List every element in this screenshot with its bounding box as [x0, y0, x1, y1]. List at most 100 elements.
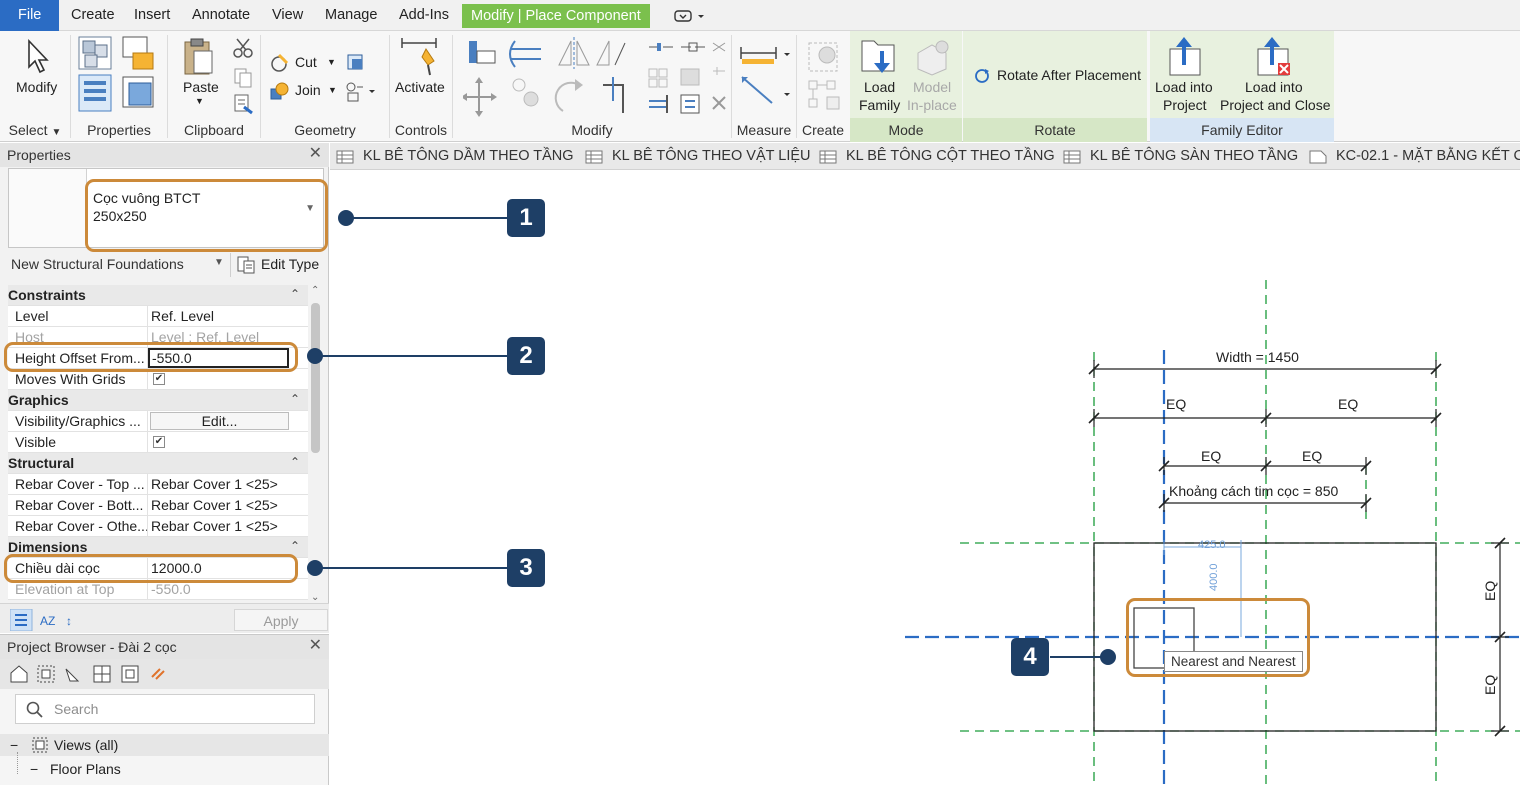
- prop-rebar-cover-bottom[interactable]: Rebar Cover - Bott... Rebar Cover 1 <25>: [8, 495, 308, 516]
- project-browser-close-icon[interactable]: ✕: [309, 635, 322, 655]
- menu-view[interactable]: View: [264, 0, 311, 31]
- activate-controls-icon[interactable]: [400, 35, 440, 77]
- tree-floor-plans[interactable]: − Floor Plans: [0, 752, 329, 780]
- browser-toolbar: [0, 659, 329, 689]
- sort-icons[interactable]: AZ ↕: [10, 609, 86, 631]
- select-dropdown[interactable]: Select ▼: [0, 118, 70, 142]
- modify-tools-icons[interactable]: [463, 37, 733, 117]
- properties-panel-label: Properties: [87, 122, 151, 138]
- prop-moves-with-grids[interactable]: Moves With Grids ✔: [8, 369, 308, 390]
- load-into-project-icon[interactable]: [1166, 35, 1206, 77]
- prop-elevation-top: Elevation at Top -550.0: [8, 579, 308, 600]
- visible-checkbox[interactable]: ✔: [153, 436, 165, 448]
- type-selector[interactable]: Cọc vuông BTCT 250x250 ▼: [8, 168, 324, 248]
- project-browser: Project Browser - Đài 2 cọc ✕ Search − V…: [0, 634, 329, 785]
- drawing-canvas[interactable]: Width = 1450 EQ EQ EQ EQ Khoảng cách tim…: [330, 171, 1520, 785]
- prop-rebar-cover-other[interactable]: Rebar Cover - Othe... Rebar Cover 1 <25>: [8, 516, 308, 537]
- dimension-lines: [1093, 360, 1509, 732]
- measure-panel-label: Measure: [736, 122, 792, 138]
- dim-eq-3: EQ: [1201, 448, 1222, 464]
- modify-button[interactable]: Modify: [16, 79, 57, 95]
- cursor-arrow-icon[interactable]: [26, 39, 52, 75]
- copy-icon[interactable]: [232, 67, 254, 89]
- create-panel-label: Create: [801, 122, 845, 138]
- load-family-label-2[interactable]: Family: [859, 97, 900, 113]
- rotate-after-placement-checkbox[interactable]: Rotate After Placement: [997, 67, 1141, 83]
- cut-geometry-icon[interactable]: [269, 53, 289, 73]
- load-close-label-1[interactable]: Load into: [1245, 79, 1303, 95]
- group-structural[interactable]: Structural ⌃: [8, 453, 308, 474]
- split-face-icon[interactable]: [345, 81, 377, 103]
- properties-scroll-thumb[interactable]: [311, 303, 320, 453]
- ribbon-toggle-icon[interactable]: [666, 0, 716, 31]
- prop-visibility-graphics[interactable]: Visibility/Graphics ... Edit...: [8, 411, 308, 432]
- callout-4: 4: [1011, 638, 1049, 676]
- load-close-label-2[interactable]: Project and Close: [1220, 97, 1331, 113]
- menu-annotate[interactable]: Annotate: [184, 0, 258, 31]
- edit-type-icon[interactable]: [236, 255, 256, 275]
- menu-addins[interactable]: Add-Ins: [391, 0, 457, 31]
- prop-rebar-cover-top[interactable]: Rebar Cover - Top ... Rebar Cover 1 <25>: [8, 474, 308, 495]
- schedule-icon: [336, 150, 354, 164]
- join-button[interactable]: Join: [295, 82, 321, 98]
- menu-insert[interactable]: Insert: [126, 0, 178, 31]
- rotate-after-placement-icon[interactable]: [973, 67, 991, 85]
- menu-modify-place-component[interactable]: Modify | Place Component: [462, 4, 650, 28]
- prop-pile-length[interactable]: Chiều dài cọc 12000.0: [8, 558, 308, 579]
- properties-grid: Constraints ⌃ Level Ref. Level Host Level :…: [8, 285, 308, 600]
- paste-button[interactable]: Paste: [183, 79, 219, 95]
- menu-file[interactable]: File: [0, 0, 60, 31]
- load-into-project-and-close-icon[interactable]: [1254, 35, 1294, 77]
- temp-dim-400[interactable]: 400.0: [1208, 563, 1220, 591]
- prop-level[interactable]: Level Ref. Level: [8, 306, 308, 327]
- menu-manage[interactable]: Manage: [317, 0, 385, 31]
- type-preview-image: [9, 169, 87, 247]
- match-properties-icon[interactable]: [232, 93, 254, 115]
- wall-joins-icon[interactable]: [345, 51, 367, 73]
- mode-panel-label: Mode: [850, 118, 962, 142]
- temp-dim-425[interactable]: 425.0: [1198, 539, 1226, 551]
- height-offset-input[interactable]: -550.0: [148, 348, 289, 368]
- browser-search[interactable]: Search: [15, 694, 315, 724]
- measure-tools-icons[interactable]: [738, 39, 794, 109]
- ribbon: Modify Select ▼ Properties Paste ▼ Clipb…: [0, 31, 1520, 142]
- cut-dropdown-icon[interactable]: ▼: [327, 57, 336, 67]
- group-dimensions[interactable]: Dimensions ⌃: [8, 537, 308, 558]
- paste-dropdown-icon[interactable]: ▼: [195, 96, 204, 106]
- prop-visible[interactable]: Visible ✔: [8, 432, 308, 453]
- cut-scissors-icon[interactable]: [232, 37, 254, 59]
- menu-create[interactable]: Create: [63, 0, 123, 31]
- browser-toolbar-icons[interactable]: [8, 663, 173, 685]
- activate-button[interactable]: Activate: [395, 79, 445, 95]
- properties-scrollbar[interactable]: ⌃ ⌄: [308, 285, 324, 603]
- panel-modify: Modify: [453, 31, 731, 142]
- edit-type-button[interactable]: Edit Type: [261, 256, 319, 272]
- dimension-ticks: [1088, 363, 1506, 737]
- instance-filter[interactable]: New Structural Foundations ▼ Edit Type: [8, 253, 324, 277]
- panel-controls: Activate Controls: [390, 31, 452, 142]
- group-graphics[interactable]: Graphics ⌃: [8, 390, 308, 411]
- group-constraints[interactable]: Constraints ⌃: [8, 285, 308, 306]
- prop-height-offset[interactable]: Height Offset From... -550.0: [8, 348, 308, 369]
- type-dropdown-icon[interactable]: ▼: [305, 203, 315, 214]
- views-icon: [32, 737, 48, 753]
- load-into-project-label-2[interactable]: Project: [1163, 97, 1207, 113]
- apply-button[interactable]: Apply: [234, 609, 328, 631]
- cut-button[interactable]: Cut: [295, 54, 317, 70]
- create-tools-icons[interactable]: [805, 37, 843, 113]
- join-geometry-icon[interactable]: [269, 81, 289, 101]
- type-name: Cọc vuông BTCT 250x250: [93, 190, 201, 224]
- model-inplace-label-2: In-place: [907, 97, 957, 113]
- load-into-project-label-1[interactable]: Load into: [1155, 79, 1213, 95]
- properties-close-icon[interactable]: ✕: [309, 143, 322, 163]
- paste-icon[interactable]: [182, 37, 214, 77]
- filter-dropdown-icon[interactable]: ▼: [214, 257, 224, 268]
- schedule-icon: [819, 150, 837, 164]
- visibility-edit-button[interactable]: Edit...: [150, 412, 289, 430]
- tree-views-all[interactable]: − Views (all): [0, 734, 329, 756]
- moves-with-grids-checkbox[interactable]: ✔: [153, 373, 165, 385]
- join-dropdown-icon[interactable]: ▼: [328, 85, 337, 95]
- load-family-icon[interactable]: [860, 37, 898, 77]
- load-family-label-1[interactable]: Load: [864, 79, 895, 95]
- properties-icons[interactable]: [77, 35, 167, 115]
